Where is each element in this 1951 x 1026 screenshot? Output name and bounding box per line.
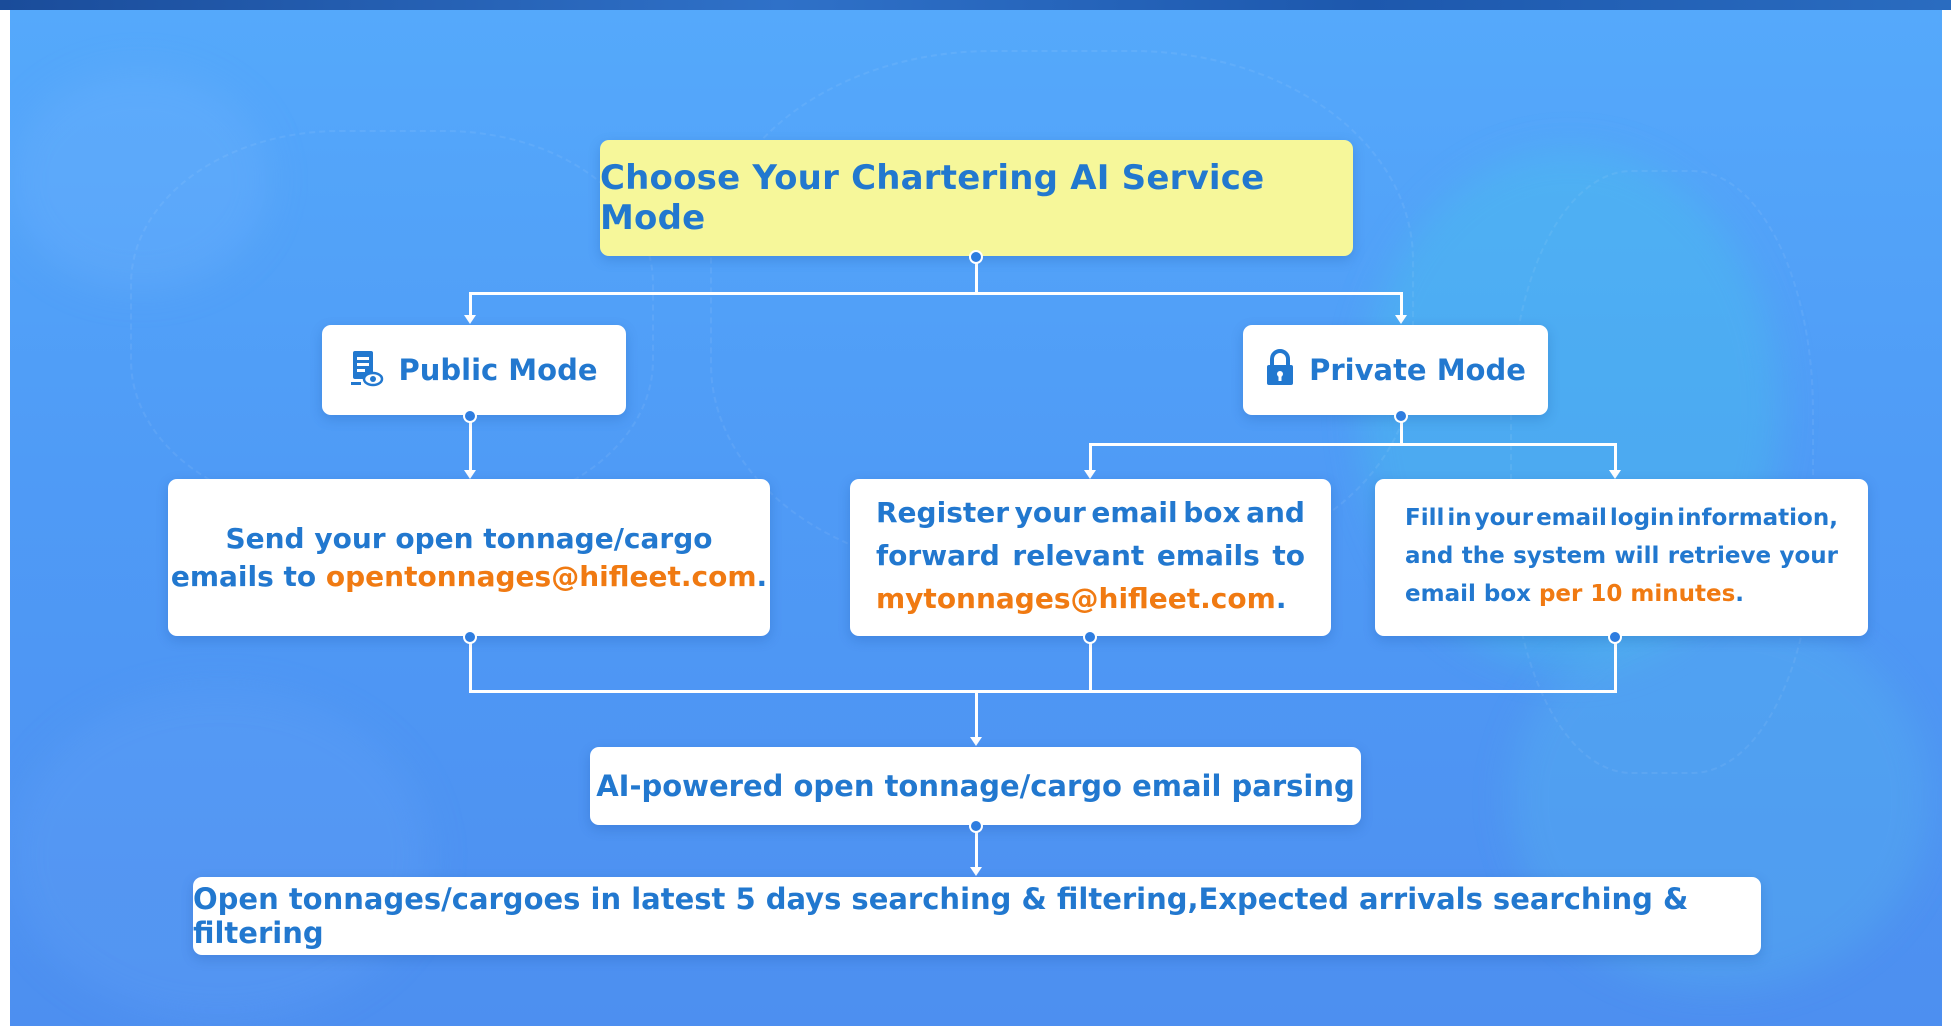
fill-in-line1: Fill in your email login information, — [1405, 499, 1838, 537]
connector-dot — [463, 630, 477, 644]
top-banner-strip — [0, 0, 1951, 10]
private-fill-in-box: Fill in your email login information, an… — [1375, 479, 1868, 636]
arrow-head — [970, 737, 982, 746]
register-word: email — [1091, 496, 1178, 529]
public-description-line2: emails to opentonnages@hifleet.com. — [171, 558, 767, 596]
map-outline — [1510, 170, 1814, 774]
private-register-box: Register your email box and forward rele… — [850, 479, 1331, 636]
final-step-box: Open tonnages/cargoes in latest 5 days s… — [193, 877, 1761, 955]
fill-in-line3: email box per 10 minutes. — [1405, 575, 1838, 613]
public-description-line1: Send your open tonnage/cargo — [225, 521, 713, 555]
register-word: forward — [876, 539, 1000, 572]
connector-line — [469, 690, 1617, 693]
register-word: your — [1014, 496, 1086, 529]
arrow-head — [464, 315, 476, 324]
connector-dot — [463, 409, 477, 423]
connector-dot — [1608, 630, 1622, 644]
connector-line — [1614, 443, 1617, 471]
connector-line — [1089, 638, 1092, 693]
connector-dot — [969, 819, 983, 833]
public-email-address: opentonnages@hifleet.com — [325, 559, 757, 593]
connector-dot — [1083, 630, 1097, 644]
document-eye-icon — [350, 349, 384, 391]
connector-line — [1089, 443, 1092, 471]
lock-icon — [1265, 349, 1295, 391]
connector-dot — [969, 250, 983, 264]
connector-line — [1614, 638, 1617, 693]
arrow-head — [970, 867, 982, 876]
arrow-head — [1395, 315, 1407, 324]
public-mode-box: Public Mode — [322, 325, 626, 415]
final-step-label: Open tonnages/cargoes in latest 5 days s… — [193, 882, 1689, 950]
fill-in-line2: and the system will retrieve your — [1405, 537, 1838, 575]
ai-parsing-box: AI-powered open tonnage/cargo email pars… — [590, 747, 1361, 825]
register-line2: forward relevant emails to — [876, 534, 1305, 577]
fill-in-word: information, — [1677, 505, 1838, 531]
arrow-head — [464, 470, 476, 479]
connector-line — [469, 418, 472, 471]
register-suffix: . — [1275, 582, 1287, 615]
flowchart-canvas: Choose Your Chartering AI Service Mode P… — [0, 0, 1951, 1026]
fill-in-word: in — [1447, 505, 1472, 531]
fill-in-word: will — [1614, 543, 1660, 569]
fill-in-prefix: email box — [1405, 581, 1539, 607]
title-box: Choose Your Chartering AI Service Mode — [600, 140, 1353, 256]
connector-line — [1400, 292, 1403, 316]
private-email-address: mytonnages@hifleet.com — [876, 582, 1276, 615]
connector-line — [469, 292, 472, 316]
ai-parsing-label: AI-powered open tonnage/cargo email pars… — [596, 769, 1355, 803]
diagram-title: Choose Your Chartering AI Service Mode — [600, 158, 1265, 238]
fill-in-word: your — [1474, 505, 1534, 531]
register-word: emails — [1156, 539, 1260, 572]
fill-in-word: system — [1513, 543, 1607, 569]
fill-in-word: login — [1609, 505, 1675, 531]
connector-line — [975, 690, 978, 738]
connector-dot — [1394, 409, 1408, 423]
fill-in-word: and — [1405, 543, 1454, 569]
connector-line — [469, 638, 472, 693]
register-word: Register — [876, 496, 1010, 529]
public-description-suffix: . — [756, 559, 768, 593]
public-mode-label: Public Mode — [398, 353, 598, 387]
map-outline — [130, 130, 654, 514]
register-word: to — [1272, 539, 1305, 572]
arrow-head — [1609, 470, 1621, 479]
private-mode-label: Private Mode — [1309, 353, 1526, 387]
connector-line — [1089, 443, 1617, 446]
fill-in-word: your — [1779, 543, 1838, 569]
fill-in-word: retrieve — [1667, 543, 1772, 569]
connector-line — [975, 827, 978, 869]
register-word: box — [1183, 496, 1241, 529]
public-send-box: Send your open tonnage/cargo emails to o… — [168, 479, 770, 636]
register-line1: Register your email box and — [876, 491, 1305, 534]
arrow-head — [1084, 470, 1096, 479]
fill-in-suffix: . — [1735, 581, 1745, 607]
private-mode-box: Private Mode — [1243, 325, 1548, 415]
fill-in-interval: per 10 minutes — [1538, 581, 1736, 607]
register-line3: mytonnages@hifleet.com. — [876, 577, 1305, 620]
fill-in-word: the — [1461, 543, 1505, 569]
public-description-prefix: emails to — [170, 559, 326, 593]
register-word: relevant — [1012, 539, 1145, 572]
fill-in-word: Fill — [1405, 505, 1445, 531]
register-word: and — [1246, 496, 1305, 529]
fill-in-word: email — [1536, 505, 1607, 531]
map-texture — [10, 690, 430, 1020]
connector-line — [469, 292, 1403, 295]
